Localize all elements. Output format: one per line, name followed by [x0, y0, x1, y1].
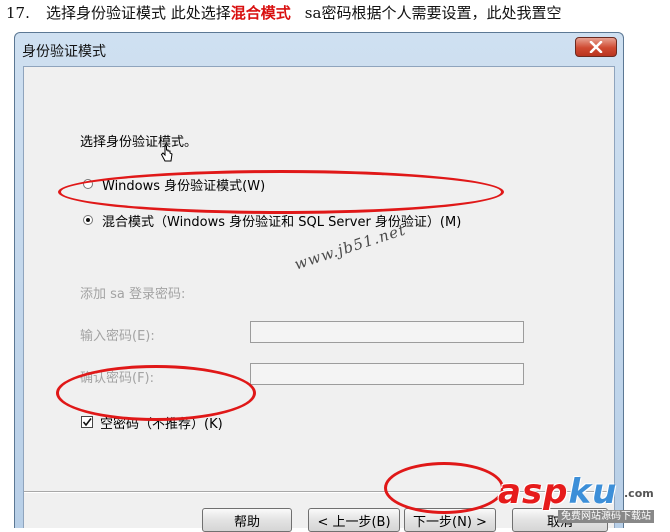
logo-com-text: .com [624, 487, 654, 500]
password-input[interactable] [250, 321, 524, 343]
checkmark-icon [82, 418, 92, 427]
close-button[interactable] [575, 37, 617, 57]
mixed-mode-label[interactable]: 混合模式（Windows 身份验证和 SQL Server 身份验证）(M) [102, 211, 461, 230]
mouse-cursor-icon [160, 145, 173, 162]
logo-main-text: asp [498, 472, 569, 512]
password-label: 输入密码(E): [80, 329, 155, 344]
mode-heading: 选择身份验证模式。 [80, 135, 198, 150]
blank-password-checkbox[interactable] [81, 416, 93, 428]
dialog-body: 选择身份验证模式。 Windows 身份验证模式(W) 混合模式（Windows… [23, 66, 615, 532]
mixed-mode-radio[interactable] [83, 215, 93, 225]
auth-mode-dialog: 身份验证模式 选择身份验证模式。 Windows 身份验证模式(W) 混合模式（… [14, 32, 624, 532]
tutorial-caption: 17. 选择身份验证模式 此处选择混合模式 sa密码根据个人需要设置，此处我置空 [0, 0, 670, 30]
confirm-password-label: 确认密码(F): [80, 371, 155, 386]
title-bar[interactable]: 身份验证模式 [15, 33, 623, 65]
confirm-password-input[interactable] [250, 363, 524, 385]
caption-highlight: 混合模式 [230, 4, 291, 22]
help-button[interactable]: 帮助 [202, 508, 292, 532]
sa-password-section-label: 添加 sa 登录密码: [80, 287, 186, 302]
step-number: 17. [6, 4, 30, 22]
logo-ku-text: ku [568, 472, 618, 512]
caption-text-after: sa密码根据个人需要设置，此处我置空 [304, 4, 562, 22]
windows-auth-label[interactable]: Windows 身份验证模式(W) [102, 175, 265, 194]
aspku-logo: aspku .com 免费网站源码下载站 [496, 470, 670, 528]
windows-auth-radio[interactable] [83, 179, 93, 189]
back-button[interactable]: < 上一步(B) [308, 508, 400, 532]
blank-password-label[interactable]: 空密码（不推荐）(K) [100, 413, 223, 432]
logo-subtitle: 免费网站源码下载站 [558, 510, 654, 523]
caption-text-before: 选择身份验证模式 此处选择 [46, 4, 231, 22]
close-icon [589, 41, 603, 53]
next-button[interactable]: 下一步(N) > [404, 508, 496, 532]
window-title: 身份验证模式 [22, 44, 106, 60]
